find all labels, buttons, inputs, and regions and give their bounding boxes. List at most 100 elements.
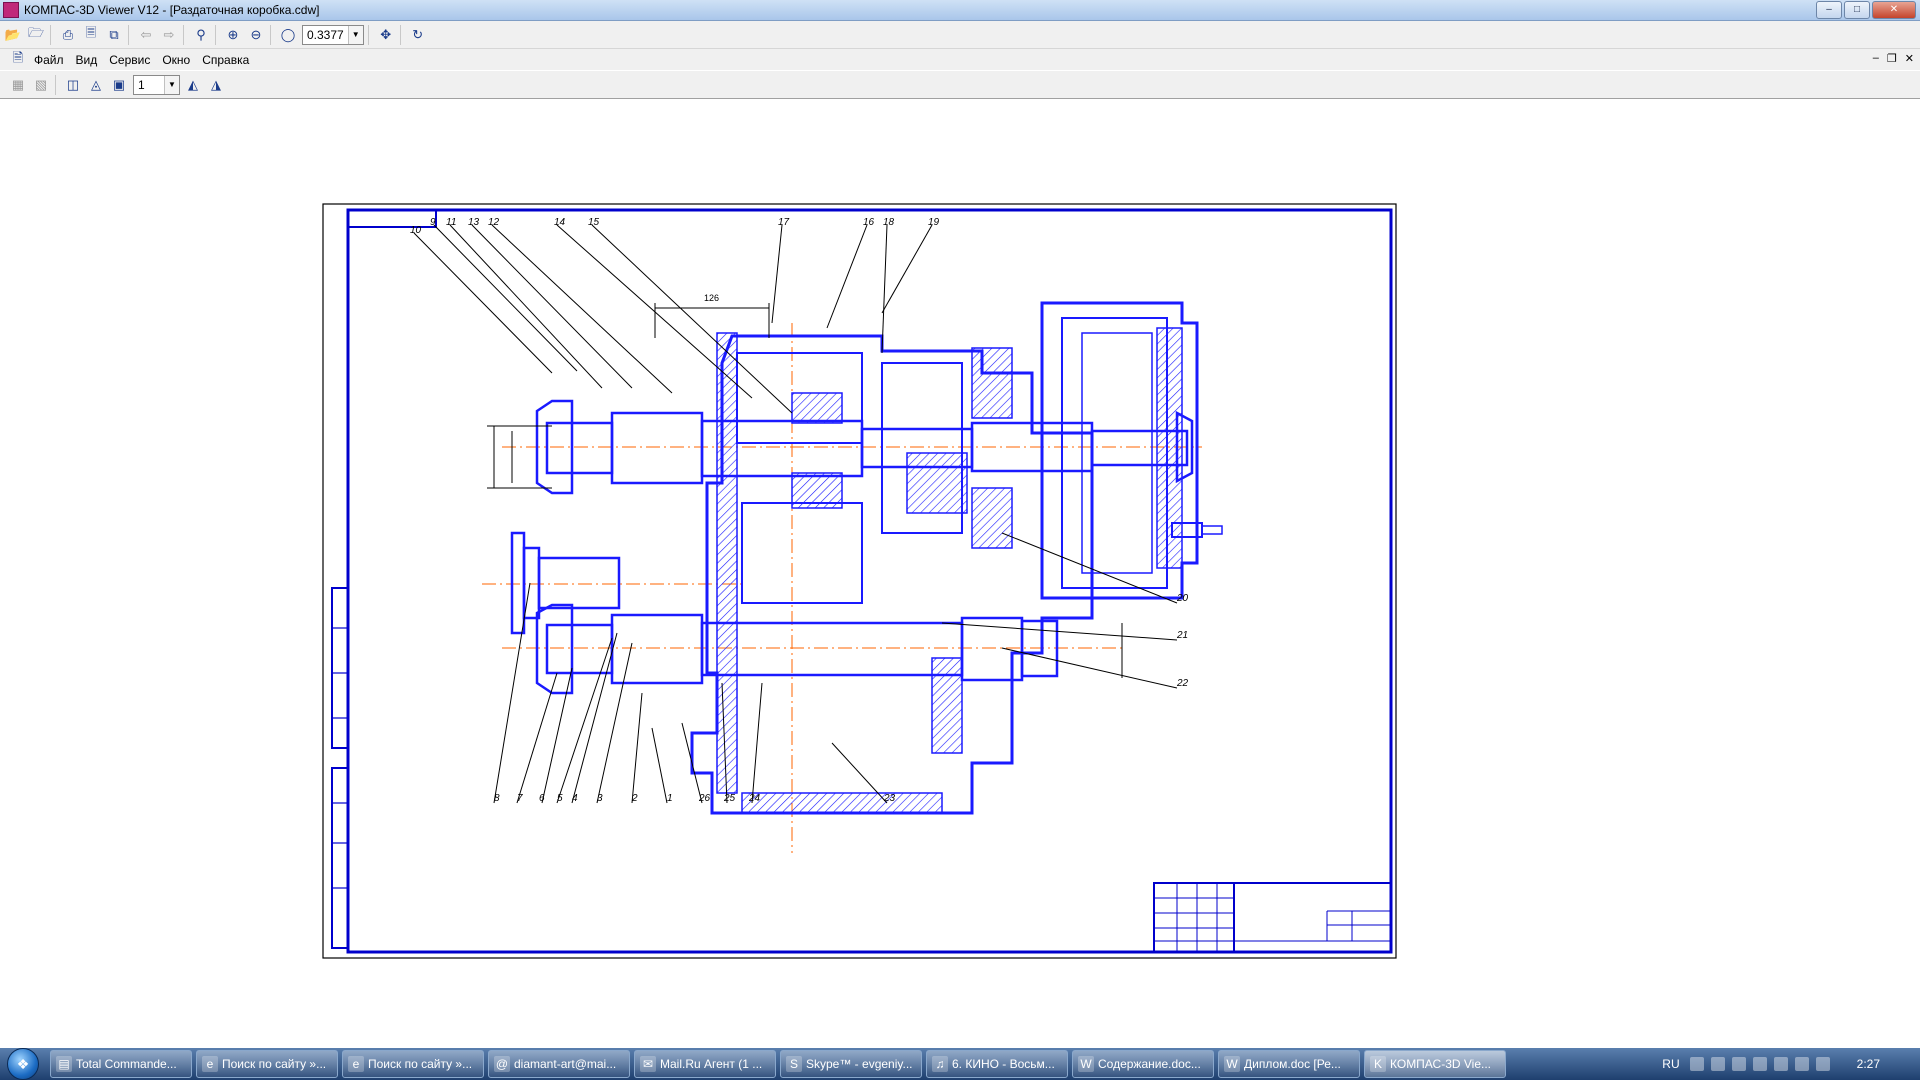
task-label: 6. КИНО - Восьм... [952,1057,1055,1071]
layers-icon[interactable]: ▧ [31,75,51,95]
layer-icon[interactable]: ▦ [8,75,28,95]
toolbar-separator [215,24,216,45]
task-mail-agent[interactable]: ✉ Mail.Ru Агент (1 ... [634,1050,776,1078]
ie-icon: e [202,1056,218,1072]
close-button[interactable]: ✕ [1872,1,1916,19]
network-icon[interactable] [1710,1057,1725,1071]
task-total-commander[interactable]: ▤ Total Commande... [50,1050,192,1078]
callout-label: 2 [631,793,638,804]
callout-label: 14 [554,217,566,228]
sheet-next-icon[interactable]: ◭ [183,75,203,95]
zoom-combo[interactable]: 0.3377 ▼ [302,24,364,45]
title-bar: КОМПАС-3D Viewer V12 - [Раздаточная коро… [0,0,1920,21]
task-kompas[interactable]: K КОМПАС-3D Vie... [1364,1050,1506,1078]
word-icon: W [1224,1056,1240,1072]
help-icon[interactable] [1689,1057,1704,1071]
mail-agent-icon: ✉ [640,1056,656,1072]
ie-icon: e [348,1056,364,1072]
zoom-scale-icon[interactable]: ◯ [278,25,298,45]
menu-view[interactable]: Вид [76,53,98,67]
task-label: Total Commande... [76,1057,177,1071]
zoom-in-icon[interactable]: ⊕ [223,25,243,45]
zoom-frame-icon[interactable]: ⚲ [191,25,211,45]
chevron-down-icon[interactable]: ▼ [164,75,179,94]
word-icon: W [1078,1056,1094,1072]
open-icon[interactable]: 📂 [3,25,23,45]
task-label: Диплом.doc [Ре... [1244,1057,1341,1071]
sheet-first-icon[interactable]: ◫ [63,75,83,95]
toolbar-separator [270,24,271,45]
task-label: Поиск по сайту »... [222,1057,327,1071]
menu-window[interactable]: Окно [162,53,190,67]
open-recent-icon[interactable]: 🗁 [26,25,46,45]
zoom-out-icon[interactable]: ⊖ [246,25,266,45]
callout-label: 3 [597,793,603,804]
maximize-button[interactable]: □ [1844,1,1870,19]
sheet-combo[interactable]: 1 ▼ [133,74,180,95]
sheet-prev-icon[interactable]: ◬ [86,75,106,95]
forward-icon[interactable]: ⇨ [159,25,179,45]
task-label: Mail.Ru Агент (1 ... [660,1057,763,1071]
skype-icon: S [786,1056,802,1072]
print-preview-icon[interactable]: 🗏 [81,25,101,45]
callout-label: 8 [494,793,500,804]
toolbar-separator [55,74,56,95]
refresh-icon[interactable]: ↻ [408,25,428,45]
system-tray: RU 2:27 [1662,1048,1920,1080]
task-label: diamant-art@mai... [514,1057,617,1071]
app-tray-icon[interactable] [1731,1057,1746,1071]
callout-label: 9 [430,217,436,228]
export-icon[interactable]: ⧉ [104,25,124,45]
view-toolbar: ▦ ▧ ◫ ◬ ▣ 1 ▼ ◭ ◮ [0,71,1920,99]
drawing-canvas[interactable]: 12 6 10 9 11 13 12 14 15 17 16 18 19 20 2… [0,99,1920,1029]
menu-service[interactable]: Сервис [109,53,150,67]
menu-file[interactable]: Файл [34,53,64,67]
app-tray-icon[interactable] [1752,1057,1767,1071]
callout-label: 16 [863,217,875,228]
callout-label: 15 [588,217,600,228]
task-word-2[interactable]: W Диплом.doc [Ре... [1218,1050,1360,1078]
task-word-1[interactable]: W Содержание.doc... [1072,1050,1214,1078]
sheets-icon[interactable]: ▣ [109,75,129,95]
media-icon: ♫ [932,1056,948,1072]
callout-label: 17 [778,217,790,228]
callout-label: 21 [1176,630,1188,641]
start-button[interactable]: ❖ [0,1048,46,1080]
minimize-button[interactable]: – [1816,1,1842,19]
callout-label: 6 [539,793,545,804]
task-media[interactable]: ♫ 6. КИНО - Восьм... [926,1050,1068,1078]
doc-minimize-button[interactable]: – [1873,52,1879,65]
sheet-outer-border [322,203,1397,959]
menu-bar: 🗎 Файл Вид Сервис Окно Справка – ❐ ✕ [0,49,1920,70]
callout-label: 4 [572,793,578,804]
callout-label: 19 [928,217,940,228]
task-label: КОМПАС-3D Vie... [1390,1057,1492,1071]
chevron-down-icon[interactable]: ▼ [347,25,363,44]
zoom-value: 0.3377 [307,27,344,42]
app-tray-icon[interactable] [1773,1057,1788,1071]
print-icon[interactable]: ⎙ [58,25,78,45]
toolbar-separator [183,24,184,45]
doc-restore-button[interactable]: ❐ [1887,52,1897,65]
window-controls: – □ ✕ [1816,1,1916,19]
callout-label: 12 [488,217,500,228]
clock[interactable]: 2:27 [1857,1057,1880,1071]
toolbar-separator [367,24,369,45]
task-label: Содержание.doc... [1098,1057,1201,1071]
sheet-value: 1 [138,77,145,92]
task-skype[interactable]: S Skype™ - evgeniy... [780,1050,922,1078]
task-search-1[interactable]: e Поиск по сайту »... [196,1050,338,1078]
kompas-icon: K [1370,1056,1386,1072]
callout-label: 7 [517,793,523,804]
doc-close-button[interactable]: ✕ [1905,52,1914,65]
flag-icon[interactable] [1794,1057,1809,1071]
volume-icon[interactable] [1815,1057,1830,1071]
pan-icon[interactable]: ✥ [376,25,396,45]
task-search-2[interactable]: e Поиск по сайту »... [342,1050,484,1078]
task-mail[interactable]: @ diamant-art@mai... [488,1050,630,1078]
menu-help[interactable]: Справка [202,53,249,67]
callout-label: 5 [557,793,563,804]
language-indicator[interactable]: RU [1662,1057,1679,1071]
back-icon[interactable]: ⇦ [136,25,156,45]
sheet-last-icon[interactable]: ◮ [206,75,226,95]
